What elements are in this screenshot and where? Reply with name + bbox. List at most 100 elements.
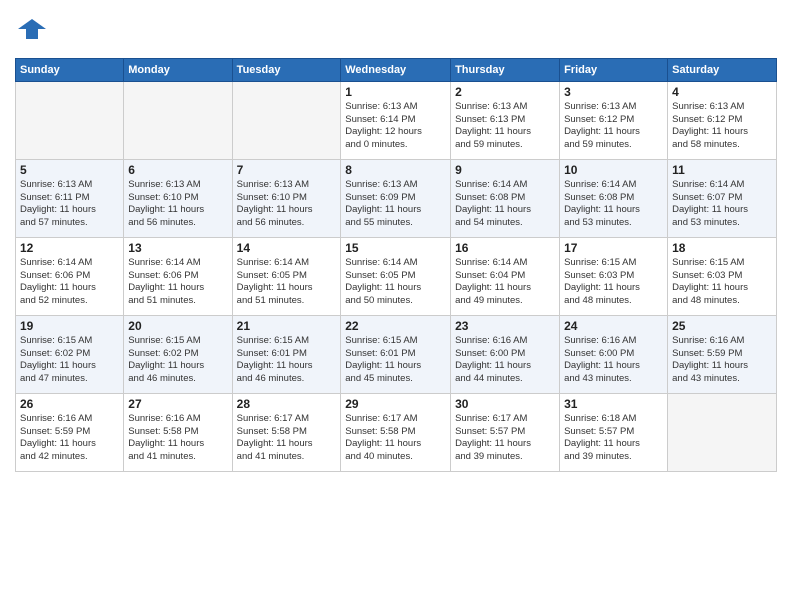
day-info: Sunrise: 6:16 AMSunset: 5:58 PMDaylight:… bbox=[128, 413, 227, 464]
day-number: 2 bbox=[455, 85, 555, 99]
calendar-cell: 26 Sunrise: 6:16 AMSunset: 5:59 PMDayligh… bbox=[16, 393, 124, 471]
day-info: Sunrise: 6:15 AMSunset: 6:02 PMDaylight:… bbox=[128, 335, 227, 386]
calendar-cell bbox=[16, 81, 124, 159]
day-number: 26 bbox=[20, 397, 119, 411]
day-info: Sunrise: 6:13 AMSunset: 6:12 PMDaylight:… bbox=[564, 101, 663, 152]
day-info: Sunrise: 6:13 AMSunset: 6:14 PMDaylight:… bbox=[345, 101, 446, 152]
calendar-week-row: 19 Sunrise: 6:15 AMSunset: 6:02 PMDayligh… bbox=[16, 315, 777, 393]
day-info: Sunrise: 6:17 AMSunset: 5:58 PMDaylight:… bbox=[345, 413, 446, 464]
calendar-cell: 6 Sunrise: 6:13 AMSunset: 6:10 PMDaylight… bbox=[124, 159, 232, 237]
calendar-cell: 5 Sunrise: 6:13 AMSunset: 6:11 PMDaylight… bbox=[16, 159, 124, 237]
calendar-cell: 8Sunrise: 6:13 AMSunset: 6:09 PMDaylight… bbox=[341, 159, 451, 237]
calendar-cell: 1 Sunrise: 6:13 AMSunset: 6:14 PMDaylight… bbox=[341, 81, 451, 159]
day-number: 5 bbox=[20, 163, 119, 177]
calendar-cell: 20 Sunrise: 6:15 AMSunset: 6:02 PMDayligh… bbox=[124, 315, 232, 393]
page: SundayMondayTuesdayWednesdayThursdayFrid… bbox=[0, 0, 792, 612]
day-number: 23 bbox=[455, 319, 555, 333]
calendar-cell: 15 Sunrise: 6:14 AMSunset: 6:05 PMDayligh… bbox=[341, 237, 451, 315]
day-number: 15 bbox=[345, 241, 446, 255]
day-number: 9 bbox=[455, 163, 555, 177]
day-number: 8 bbox=[345, 163, 446, 177]
calendar-cell: 14 Sunrise: 6:14 AMSunset: 6:05 PMDayligh… bbox=[232, 237, 341, 315]
day-info: Sunrise: 6:13 AMSunset: 6:13 PMDaylight:… bbox=[455, 101, 555, 152]
day-number: 24 bbox=[564, 319, 663, 333]
calendar-cell bbox=[668, 393, 777, 471]
calendar-week-row: 5 Sunrise: 6:13 AMSunset: 6:11 PMDaylight… bbox=[16, 159, 777, 237]
day-info: Sunrise: 6:14 AMSunset: 6:06 PMDaylight:… bbox=[128, 257, 227, 308]
calendar-cell: 23Sunrise: 6:16 AMSunset: 6:00 PMDayligh… bbox=[451, 315, 560, 393]
calendar-cell: 11 Sunrise: 6:14 AMSunset: 6:07 PMDayligh… bbox=[668, 159, 777, 237]
calendar-cell: 7Sunrise: 6:13 AMSunset: 6:10 PMDaylight… bbox=[232, 159, 341, 237]
day-info: Sunrise: 6:15 AMSunset: 6:03 PMDaylight:… bbox=[672, 257, 772, 308]
day-number: 11 bbox=[672, 163, 772, 177]
day-number: 19 bbox=[20, 319, 119, 333]
weekday-header-saturday: Saturday bbox=[668, 58, 777, 81]
calendar-cell: 22Sunrise: 6:15 AMSunset: 6:01 PMDayligh… bbox=[341, 315, 451, 393]
day-info: Sunrise: 6:16 AMSunset: 6:00 PMDaylight:… bbox=[564, 335, 663, 386]
day-number: 14 bbox=[237, 241, 337, 255]
day-info: Sunrise: 6:14 AMSunset: 6:05 PMDaylight:… bbox=[345, 257, 446, 308]
calendar-cell: 27 Sunrise: 6:16 AMSunset: 5:58 PMDayligh… bbox=[124, 393, 232, 471]
calendar-cell: 24 Sunrise: 6:16 AMSunset: 6:00 PMDayligh… bbox=[560, 315, 668, 393]
day-number: 29 bbox=[345, 397, 446, 411]
calendar-table: SundayMondayTuesdayWednesdayThursdayFrid… bbox=[15, 58, 777, 472]
calendar-cell: 31Sunrise: 6:18 AMSunset: 5:57 PMDayligh… bbox=[560, 393, 668, 471]
day-info: Sunrise: 6:17 AMSunset: 5:57 PMDaylight:… bbox=[455, 413, 555, 464]
calendar-cell: 17 Sunrise: 6:15 AMSunset: 6:03 PMDayligh… bbox=[560, 237, 668, 315]
calendar-cell: 13 Sunrise: 6:14 AMSunset: 6:06 PMDayligh… bbox=[124, 237, 232, 315]
day-info: Sunrise: 6:14 AMSunset: 6:08 PMDaylight:… bbox=[455, 179, 555, 230]
calendar-cell: 9 Sunrise: 6:14 AMSunset: 6:08 PMDaylight… bbox=[451, 159, 560, 237]
day-info: Sunrise: 6:15 AMSunset: 6:02 PMDaylight:… bbox=[20, 335, 119, 386]
logo-text bbox=[15, 15, 46, 48]
day-number: 1 bbox=[345, 85, 446, 99]
calendar-cell: 29 Sunrise: 6:17 AMSunset: 5:58 PMDayligh… bbox=[341, 393, 451, 471]
day-number: 3 bbox=[564, 85, 663, 99]
day-number: 17 bbox=[564, 241, 663, 255]
weekday-header-tuesday: Tuesday bbox=[232, 58, 341, 81]
calendar-cell: 25Sunrise: 6:16 AMSunset: 5:59 PMDayligh… bbox=[668, 315, 777, 393]
day-info: Sunrise: 6:16 AMSunset: 5:59 PMDaylight:… bbox=[20, 413, 119, 464]
calendar-cell: 2 Sunrise: 6:13 AMSunset: 6:13 PMDaylight… bbox=[451, 81, 560, 159]
day-info: Sunrise: 6:13 AMSunset: 6:10 PMDaylight:… bbox=[128, 179, 227, 230]
day-info: Sunrise: 6:15 AMSunset: 6:01 PMDaylight:… bbox=[237, 335, 337, 386]
logo bbox=[15, 15, 46, 48]
calendar-cell bbox=[124, 81, 232, 159]
day-number: 12 bbox=[20, 241, 119, 255]
weekday-header-row: SundayMondayTuesdayWednesdayThursdayFrid… bbox=[16, 58, 777, 81]
day-number: 18 bbox=[672, 241, 772, 255]
day-number: 27 bbox=[128, 397, 227, 411]
day-info: Sunrise: 6:14 AMSunset: 6:08 PMDaylight:… bbox=[564, 179, 663, 230]
weekday-header-monday: Monday bbox=[124, 58, 232, 81]
calendar-cell: 10 Sunrise: 6:14 AMSunset: 6:08 PMDayligh… bbox=[560, 159, 668, 237]
day-info: Sunrise: 6:16 AMSunset: 5:59 PMDaylight:… bbox=[672, 335, 772, 386]
day-number: 28 bbox=[237, 397, 337, 411]
day-number: 13 bbox=[128, 241, 227, 255]
calendar-cell: 3 Sunrise: 6:13 AMSunset: 6:12 PMDaylight… bbox=[560, 81, 668, 159]
day-info: Sunrise: 6:14 AMSunset: 6:07 PMDaylight:… bbox=[672, 179, 772, 230]
logo-bird-icon bbox=[18, 15, 46, 43]
calendar-week-row: 12 Sunrise: 6:14 AMSunset: 6:06 PMDayligh… bbox=[16, 237, 777, 315]
calendar-cell: 4 Sunrise: 6:13 AMSunset: 6:12 PMDaylight… bbox=[668, 81, 777, 159]
day-info: Sunrise: 6:14 AMSunset: 6:04 PMDaylight:… bbox=[455, 257, 555, 308]
day-info: Sunrise: 6:13 AMSunset: 6:11 PMDaylight:… bbox=[20, 179, 119, 230]
calendar-cell: 28Sunrise: 6:17 AMSunset: 5:58 PMDayligh… bbox=[232, 393, 341, 471]
calendar-cell bbox=[232, 81, 341, 159]
weekday-header-thursday: Thursday bbox=[451, 58, 560, 81]
day-number: 10 bbox=[564, 163, 663, 177]
day-number: 6 bbox=[128, 163, 227, 177]
day-info: Sunrise: 6:14 AMSunset: 6:05 PMDaylight:… bbox=[237, 257, 337, 308]
calendar-cell: 16Sunrise: 6:14 AMSunset: 6:04 PMDayligh… bbox=[451, 237, 560, 315]
calendar-cell: 19 Sunrise: 6:15 AMSunset: 6:02 PMDayligh… bbox=[16, 315, 124, 393]
day-number: 22 bbox=[345, 319, 446, 333]
day-info: Sunrise: 6:15 AMSunset: 6:03 PMDaylight:… bbox=[564, 257, 663, 308]
calendar-cell: 30 Sunrise: 6:17 AMSunset: 5:57 PMDayligh… bbox=[451, 393, 560, 471]
day-info: Sunrise: 6:13 AMSunset: 6:12 PMDaylight:… bbox=[672, 101, 772, 152]
day-number: 20 bbox=[128, 319, 227, 333]
calendar-week-row: 26 Sunrise: 6:16 AMSunset: 5:59 PMDayligh… bbox=[16, 393, 777, 471]
day-number: 30 bbox=[455, 397, 555, 411]
day-number: 21 bbox=[237, 319, 337, 333]
day-number: 31 bbox=[564, 397, 663, 411]
day-number: 4 bbox=[672, 85, 772, 99]
weekday-header-wednesday: Wednesday bbox=[341, 58, 451, 81]
calendar-week-row: 1 Sunrise: 6:13 AMSunset: 6:14 PMDaylight… bbox=[16, 81, 777, 159]
